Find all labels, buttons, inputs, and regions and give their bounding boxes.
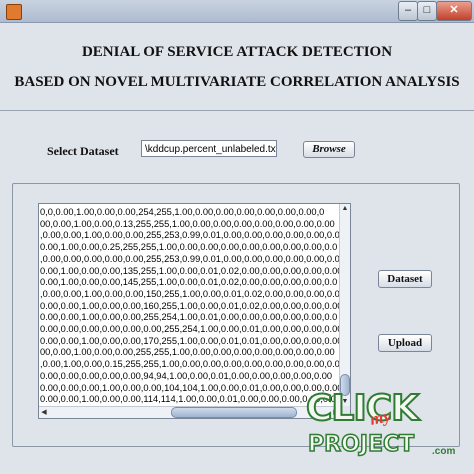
dataset-text-line: 0,0,0.00,1.00,0.00,0.00,254,255,1.00,0.0… (40, 207, 325, 217)
upload-button[interactable]: Upload (378, 334, 432, 352)
watermark-word-my: my (368, 406, 393, 429)
dataset-text-line: 0.00,0.00,1.00,0.00,0.00,170,255,1.00,0.… (40, 335, 339, 346)
scroll-up-arrow-icon[interactable]: ▲ (340, 204, 350, 214)
dataset-text-line: 0.00,0.00,1.00,0.00,0.00,255,254,1.00,0.… (40, 312, 338, 323)
dataset-text-line: ,0.00,0.00,1.00,0.00,0.00,150,255,1.00,0… (40, 288, 339, 299)
horizontal-scroll-thumb[interactable] (171, 407, 297, 418)
application-window: – □ ✕ DENIAL OF SERVICE ATTACK DETECTION… (0, 0, 474, 474)
title-bar[interactable]: – □ ✕ (0, 0, 474, 23)
dataset-text-content[interactable]: 0,0,0.00,1.00,0.00,0.00,254,255,1.00,0.0… (40, 207, 339, 405)
dataset-text-area[interactable]: 0,0,0.00,1.00,0.00,0.00,254,255,1.00,0.0… (38, 203, 351, 419)
dataset-text-line: 0.00,1.00,0.00,0.25,255,255,1.00,0.00,0.… (40, 242, 338, 253)
scroll-left-arrow-icon[interactable]: ◀ (39, 407, 49, 418)
horizontal-scrollbar[interactable]: ◀ ▶ (39, 406, 341, 418)
dataset-text-line: 0.00,1.00,0.00,0.00,145,255,1.00,0.00,0.… (40, 277, 338, 288)
page-title-line-2: BASED ON NOVEL MULTIVARIATE CORRELATION … (14, 74, 460, 90)
dataset-text-line: 00,0.00,1.00,0.00,0.00,255,255,1.00,0.00… (40, 347, 335, 358)
close-button[interactable]: ✕ (436, 1, 472, 21)
dataset-path-field[interactable]: \kddcup.percent_unlabeled.txt (141, 140, 277, 157)
dataset-text-line: ,0.00,1.00,0.00,0.15,255,255,1.00,0.00,0… (40, 359, 339, 370)
dataset-text-line: 0.00,0.00,1.00,0.00,0.00,114,114,1.00,0.… (40, 394, 339, 405)
watermark-word-project: PROJECT (307, 431, 415, 458)
watermark-logo: CLICK my PROJECT .com (305, 387, 466, 468)
minimize-button[interactable]: – (398, 1, 418, 21)
dataset-text-line: 0.00,0.00,0.00,1.00,0.00,0.00,104,104,1.… (40, 382, 339, 393)
watermark-suffix: .com (432, 446, 456, 457)
dataset-text-line: ,0.00,0.00,0.00,0.00,0.00,255,253,0.99,0… (40, 253, 339, 264)
select-dataset-label: Select Dataset (47, 144, 119, 158)
watermark-word-click: CLICK (305, 387, 420, 430)
maximize-button[interactable]: □ (417, 1, 437, 21)
page-title-line-1: DENIAL OF SERVICE ATTACK DETECTION (81, 44, 393, 60)
java-app-icon (6, 4, 22, 20)
dataset-text-line: 0.00,1.00,0.00,0.00,135,255,1.00,0.00,0.… (40, 265, 339, 276)
header-panel: DENIAL OF SERVICE ATTACK DETECTION BASED… (0, 22, 474, 111)
vertical-scrollbar[interactable]: ▲ ▼ (339, 204, 350, 407)
dataset-text-line: ,0.00,0.00,1.00,0.00,0.00,255,253,0.99,0… (40, 230, 339, 241)
dataset-text-line: 0.00,0.00,1.00,0.00,0.00,160,255,1.00,0.… (40, 300, 339, 311)
dataset-text-line: 0.00,0.00,0.00,0.00,0.00,94,94,1.00,0.00… (40, 370, 333, 381)
dataset-button[interactable]: Dataset (378, 270, 432, 288)
browse-button[interactable]: Browse (303, 141, 355, 158)
dataset-text-line: 00,0.00,1.00,0.00,0.13,255,255,1.00,0.00… (40, 218, 335, 229)
dataset-text-line: 0.00,0.00,0.00,0.00,0.00,0.00,255,254,1.… (40, 324, 339, 335)
